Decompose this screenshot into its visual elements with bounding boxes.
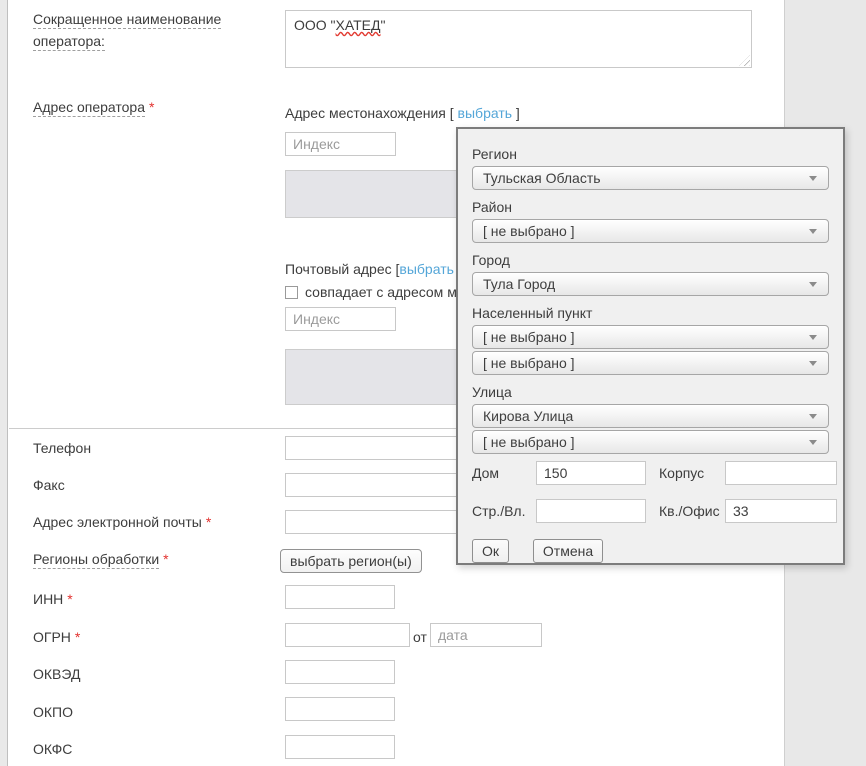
okfs-input[interactable] xyxy=(285,735,395,759)
district-label: Район xyxy=(472,198,829,216)
district-select[interactable]: [ не выбрано ] xyxy=(472,219,829,243)
postal-same-checkbox[interactable] xyxy=(285,286,298,299)
inn-input[interactable] xyxy=(285,585,395,609)
regions-label: Регионы обработки* xyxy=(33,548,169,570)
popup-buttons: Ок Отмена xyxy=(472,539,829,563)
okved-input[interactable] xyxy=(285,660,395,684)
okpo-label: ОКПО xyxy=(33,701,73,723)
chevron-down-icon xyxy=(809,361,817,366)
chevron-down-icon xyxy=(809,282,817,287)
settlement-select-2[interactable]: [ не выбрано ] xyxy=(472,351,829,375)
ogrn-label: ОГРН* xyxy=(33,626,80,648)
select-regions-button[interactable]: выбрать регион(ы) xyxy=(280,549,422,573)
required-asterisk: * xyxy=(206,514,211,530)
office-label: Кв./Офис xyxy=(646,502,725,520)
postal-index-input[interactable] xyxy=(285,307,396,331)
location-select-link[interactable]: выбрать xyxy=(458,105,513,121)
short-name-textarea[interactable]: ООО "ХАТЕД" xyxy=(285,10,752,68)
postal-select-link[interactable]: выбрать xyxy=(399,261,454,277)
chevron-down-icon xyxy=(809,414,817,419)
region-select[interactable]: Тульская Область xyxy=(472,166,829,190)
ok-button[interactable]: Ок xyxy=(472,539,509,563)
location-index-input[interactable] xyxy=(285,132,396,156)
short-name-label: Сокращенное наименование оператора: xyxy=(33,8,265,52)
inn-label: ИНН* xyxy=(33,588,73,610)
settlement-label: Населенный пункт xyxy=(472,304,829,322)
address-select-popup: Регион Тульская Область Район [ не выбра… xyxy=(456,127,845,565)
house-input[interactable] xyxy=(536,461,646,485)
left-rail xyxy=(0,0,8,766)
postal-same-row: совпадает с адресом ме xyxy=(285,281,465,303)
chevron-down-icon xyxy=(809,440,817,445)
cancel-button[interactable]: Отмена xyxy=(533,539,603,563)
city-select[interactable]: Тула Город xyxy=(472,272,829,296)
building-input[interactable] xyxy=(725,461,837,485)
structure-input[interactable] xyxy=(536,499,646,523)
okfs-label: ОКФС xyxy=(33,738,72,760)
building-label: Корпус xyxy=(646,464,725,482)
postal-address-header: Почтовый адрес [выбрать xyxy=(285,258,454,280)
phone-label: Телефон xyxy=(33,437,91,459)
misspelled-word: ХАТЕД xyxy=(336,17,381,33)
fax-label: Факс xyxy=(33,474,65,496)
email-label: Адрес электронной почты* xyxy=(33,511,211,533)
okpo-input[interactable] xyxy=(285,697,395,721)
chevron-down-icon xyxy=(809,229,817,234)
required-asterisk: * xyxy=(67,591,72,607)
short-name-value: ООО "ХАТЕД" xyxy=(294,17,385,33)
house-fields: Дом Корпус Стр./Вл. Кв./Офис xyxy=(472,461,829,523)
required-asterisk: * xyxy=(149,99,154,115)
operator-address-label: Адрес оператора* xyxy=(33,96,154,118)
operator-registration-form: Сокращенное наименование оператора: ООО … xyxy=(0,0,866,766)
ogrn-from-label: от xyxy=(413,626,427,648)
street-label: Улица xyxy=(472,383,829,401)
region-label: Регион xyxy=(472,145,829,163)
street-select-2[interactable]: [ не выбрано ] xyxy=(472,430,829,454)
resize-handle-icon[interactable] xyxy=(739,55,750,66)
okved-label: ОКВЭД xyxy=(33,663,80,685)
city-label: Город xyxy=(472,251,829,269)
ogrn-date-input[interactable] xyxy=(430,623,542,647)
settlement-select-1[interactable]: [ не выбрано ] xyxy=(472,325,829,349)
required-asterisk: * xyxy=(163,551,168,567)
ogrn-input[interactable] xyxy=(285,623,410,647)
street-select-1[interactable]: Кирова Улица xyxy=(472,404,829,428)
chevron-down-icon xyxy=(809,176,817,181)
required-asterisk: * xyxy=(75,629,80,645)
house-label: Дом xyxy=(472,464,536,482)
location-address-header: Адрес местонахождения [ выбрать ] xyxy=(285,102,520,124)
postal-same-label: совпадает с адресом ме xyxy=(305,284,465,300)
chevron-down-icon xyxy=(809,335,817,340)
structure-label: Стр./Вл. xyxy=(472,502,536,520)
office-input[interactable] xyxy=(725,499,837,523)
